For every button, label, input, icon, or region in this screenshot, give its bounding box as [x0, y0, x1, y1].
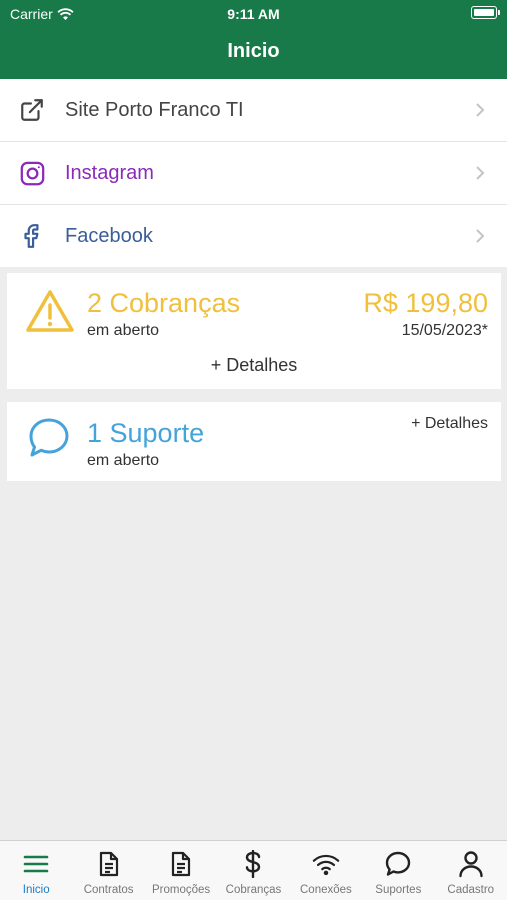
tab-cadastro[interactable]: Cadastro [435, 841, 507, 900]
tab-label: Suportes [375, 884, 422, 896]
tab-cobrancas[interactable]: Cobranças [217, 841, 289, 900]
link-row-site[interactable]: Site Porto Franco TI [0, 79, 507, 142]
suporte-details-button[interactable]: + Detalhes [411, 415, 488, 433]
suporte-title: 1 Suporte [87, 418, 205, 448]
cobrancas-details-button[interactable]: + Detalhes [7, 355, 501, 376]
cobrancas-subtitle: em aberto [87, 322, 160, 339]
tab-conexoes[interactable]: Conexões [290, 841, 362, 900]
cobrancas-card[interactable]: 2 Cobranças em aberto R$ 199,80 15/05/20… [7, 273, 501, 389]
page-title: Inicio [227, 40, 280, 62]
cobrancas-title: 2 Cobranças [87, 288, 241, 318]
warning-icon [26, 290, 74, 332]
suporte-subtitle: em aberto [87, 452, 160, 469]
status-bar: Carrier 9:11 AM [0, 0, 507, 28]
user-icon [457, 850, 485, 878]
chat-bubble-icon [29, 418, 69, 457]
document-icon [95, 850, 123, 878]
external-link-icon [17, 95, 47, 125]
tab-label: Conexões [300, 884, 352, 896]
tab-label: Cadastro [447, 884, 495, 896]
chevron-right-icon [476, 166, 485, 180]
tab-bar: Inicio Contratos Promoções Cobranças Con… [0, 840, 507, 900]
battery-icon [471, 6, 500, 19]
clock: 9:11 AM [227, 6, 280, 22]
link-label-instagram: Instagram [65, 161, 154, 184]
cobrancas-due-date: 15/05/2023* [401, 322, 488, 339]
tab-promocoes[interactable]: Promoções [145, 841, 217, 900]
chat-icon [384, 850, 412, 878]
tab-label: Promoções [151, 884, 211, 896]
link-row-facebook[interactable]: Facebook [0, 205, 507, 267]
link-label-facebook: Facebook [65, 224, 153, 247]
cobrancas-amount: R$ 199,80 [363, 288, 488, 318]
menu-icon [22, 850, 50, 878]
dollar-icon [239, 850, 267, 878]
link-row-instagram[interactable]: Instagram [0, 142, 507, 205]
facebook-icon [17, 221, 47, 251]
document-icon [167, 850, 195, 878]
tab-label: Cobranças [225, 884, 282, 896]
tab-inicio[interactable]: Inicio [0, 841, 72, 900]
links-list: Site Porto Franco TI Instagram Facebook [0, 79, 507, 267]
suporte-card[interactable]: 1 Suporte em aberto + Detalhes [7, 402, 501, 481]
wifi-icon [312, 850, 340, 878]
app-header: Carrier 9:11 AM Inicio [0, 0, 507, 79]
instagram-icon [17, 158, 47, 188]
link-label-site: Site Porto Franco TI [65, 98, 244, 121]
tab-contratos[interactable]: Contratos [72, 841, 144, 900]
chevron-right-icon [476, 103, 485, 117]
chevron-right-icon [476, 229, 485, 243]
tab-label: Contratos [83, 884, 134, 896]
tab-label: Inicio [22, 884, 50, 896]
tab-suportes[interactable]: Suportes [362, 841, 434, 900]
